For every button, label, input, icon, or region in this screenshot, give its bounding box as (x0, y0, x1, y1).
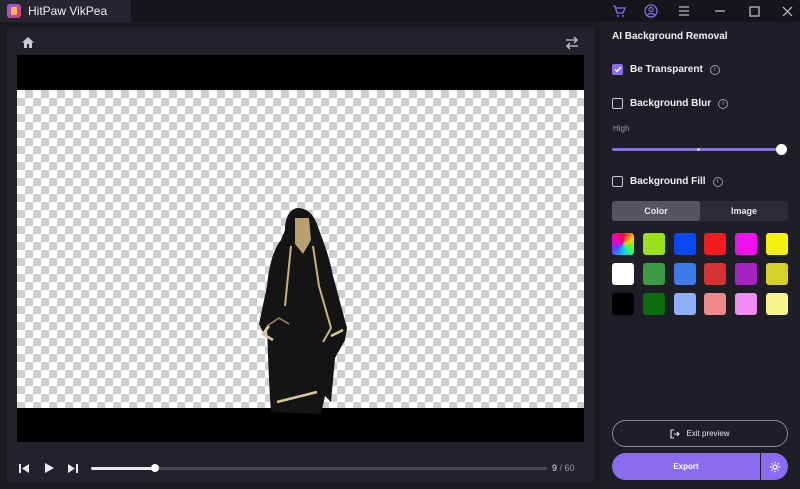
tab-color[interactable]: Color (612, 201, 700, 221)
timeline-scrubber[interactable] (91, 464, 547, 472)
color-swatch[interactable] (673, 263, 696, 285)
color-swatch[interactable] (673, 233, 696, 255)
menu-icon[interactable] (676, 3, 692, 19)
background-blur-option[interactable]: Background Blur i (612, 98, 729, 109)
transparent-background (17, 90, 584, 414)
background-fill-label: Background Fill (630, 176, 706, 187)
be-transparent-checkbox[interactable] (612, 64, 623, 75)
be-transparent-option[interactable]: Be Transparent i (612, 64, 720, 75)
home-icon[interactable] (21, 36, 37, 50)
player-controls: 9 / 60 (7, 455, 594, 483)
blur-level-slider[interactable] (612, 144, 787, 155)
app-title: HitPaw VikPea (28, 4, 108, 18)
video-preview[interactable] (17, 55, 584, 442)
exit-icon (670, 428, 681, 439)
title-bar: HitPaw VikPea (0, 0, 800, 22)
preview-pane (7, 27, 594, 483)
color-swatch[interactable] (673, 293, 696, 315)
timeline-knob[interactable] (150, 464, 159, 472)
fill-type-tabs: Color Image (612, 201, 788, 221)
color-swatches (612, 233, 788, 315)
background-blur-label: Background Blur (630, 98, 712, 109)
export-button[interactable]: Export (612, 453, 760, 480)
color-swatch[interactable] (735, 233, 758, 255)
close-icon[interactable] (779, 3, 795, 19)
info-icon[interactable]: i (712, 176, 723, 187)
color-swatch[interactable] (612, 293, 634, 315)
gear-icon (769, 461, 780, 472)
color-swatch[interactable] (612, 263, 634, 285)
frame-separator: / (557, 463, 565, 473)
background-fill-option[interactable]: Background Fill i (612, 176, 723, 187)
color-swatch[interactable] (765, 293, 788, 315)
compare-swap-icon[interactable] (564, 36, 580, 50)
color-swatch[interactable] (704, 263, 727, 285)
maximize-icon[interactable] (746, 3, 762, 19)
play-icon[interactable] (42, 461, 56, 475)
color-swatch[interactable] (735, 293, 758, 315)
color-swatch[interactable] (642, 263, 665, 285)
background-fill-checkbox[interactable] (612, 176, 623, 187)
color-swatch[interactable] (642, 233, 665, 255)
be-transparent-label: Be Transparent (630, 64, 703, 75)
exit-preview-label: Exit preview (686, 429, 730, 438)
timeline-progress (91, 467, 155, 470)
cart-icon[interactable] (611, 3, 627, 19)
color-picker-swatch[interactable] (612, 233, 634, 255)
exit-preview-button[interactable]: Exit preview (612, 420, 788, 447)
slider-knob[interactable] (776, 144, 787, 155)
panel-title: AI Background Removal (612, 31, 728, 42)
color-swatch[interactable] (765, 263, 788, 285)
background-blur-checkbox[interactable] (612, 98, 623, 109)
frame-total: 60 (564, 463, 575, 473)
export-label: Export (673, 462, 699, 471)
minimize-icon[interactable] (712, 3, 728, 19)
subject-figure (259, 208, 347, 414)
account-icon[interactable] (643, 3, 659, 19)
slider-midpoint (697, 148, 700, 151)
color-swatch[interactable] (704, 233, 727, 255)
blur-level-label: High (613, 124, 630, 133)
info-icon[interactable]: i (718, 98, 729, 109)
color-swatch[interactable] (735, 263, 758, 285)
frame-counter: 9 / 60 (552, 463, 575, 473)
previous-frame-icon[interactable] (17, 461, 31, 475)
app-tab: HitPaw VikPea (0, 0, 131, 22)
settings-panel: AI Background Removal Be Transparent i B… (600, 22, 800, 489)
color-swatch[interactable] (704, 293, 727, 315)
export-settings-button[interactable] (761, 453, 788, 480)
tab-image[interactable]: Image (700, 201, 788, 221)
app-logo (7, 4, 21, 18)
info-icon[interactable]: i (709, 64, 720, 75)
color-swatch[interactable] (642, 293, 665, 315)
next-frame-icon[interactable] (66, 461, 80, 475)
color-swatch[interactable] (765, 233, 788, 255)
